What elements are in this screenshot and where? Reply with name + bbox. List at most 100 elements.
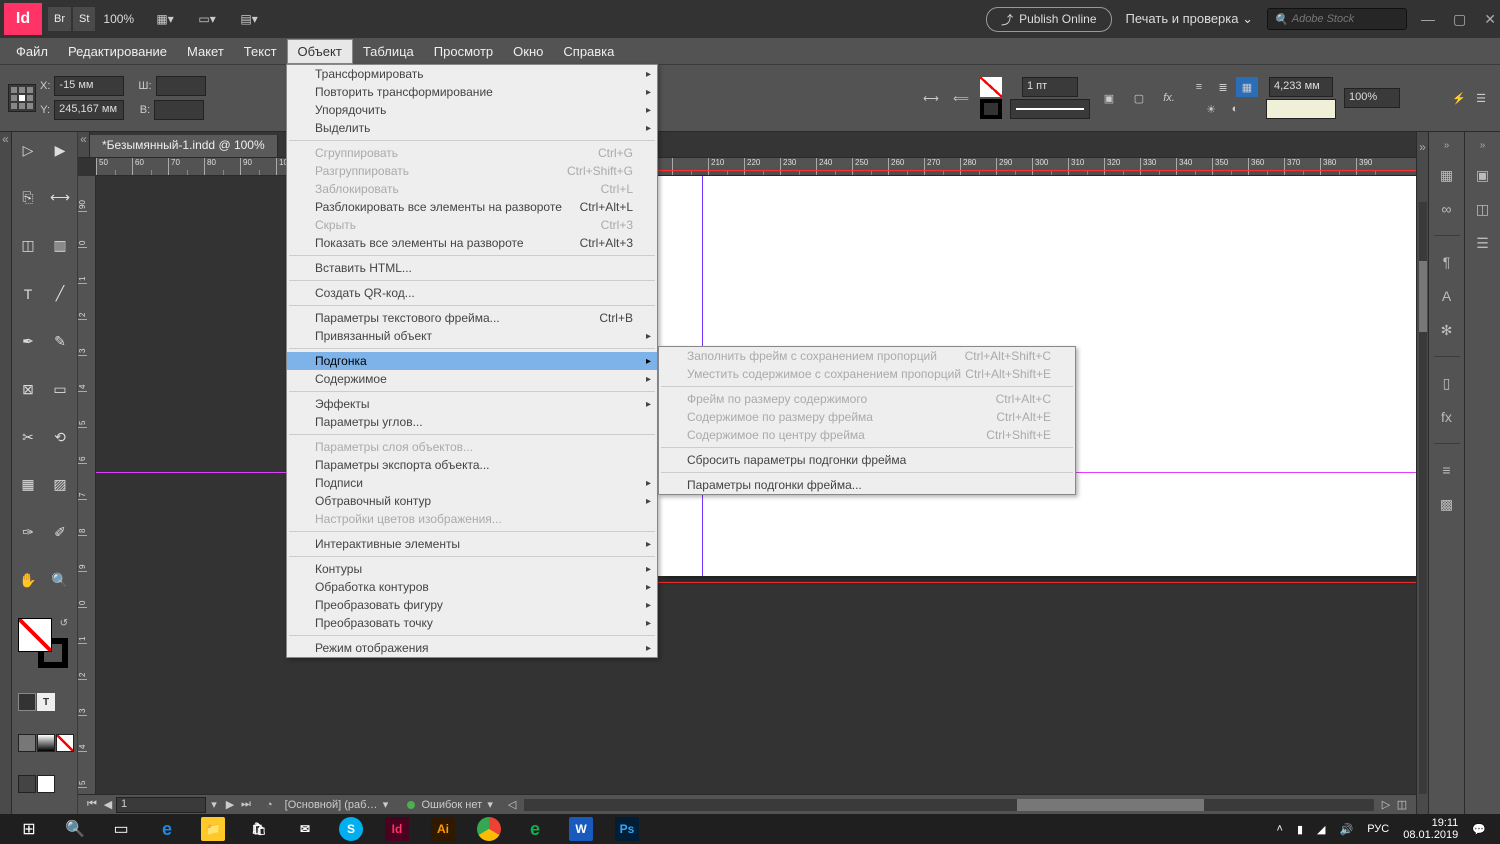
last-page-button[interactable]: ⏭	[238, 798, 254, 811]
trap-presets-icon[interactable]: ☰	[1473, 233, 1493, 253]
fill-stroke-proxy[interactable]: ↺	[18, 618, 68, 668]
right-collapse-1[interactable]: »	[1417, 140, 1428, 154]
gap-tool[interactable]: ⟷	[45, 184, 75, 212]
menu-type[interactable]: Текст	[234, 40, 287, 63]
cc-libraries-icon[interactable]: ▦	[1437, 165, 1457, 185]
menu-item[interactable]: Интерактивные элементы	[287, 535, 657, 553]
wrap-column-icon[interactable]: ◐	[1224, 99, 1246, 119]
right-collapse-3[interactable]: »	[1480, 140, 1486, 151]
apply-none-button[interactable]	[56, 734, 74, 752]
paragraph-icon[interactable]: ¶	[1437, 252, 1457, 272]
content-collector-tool[interactable]: ◫	[13, 232, 43, 260]
quick-apply-icon[interactable]: ⚡	[1448, 88, 1470, 108]
menu-window[interactable]: Окно	[503, 40, 553, 63]
menu-item[interactable]: Преобразовать фигуру	[287, 596, 657, 614]
tray-chevron-icon[interactable]: ˄	[1277, 823, 1283, 835]
menu-file[interactable]: Файл	[6, 40, 58, 63]
pages-panel-icon[interactable]: ▯	[1437, 373, 1457, 393]
search-icon[interactable]: 🔍	[52, 814, 98, 844]
object-styles-icon[interactable]: ✻	[1437, 320, 1457, 340]
wrap-shape-icon[interactable]: ▦	[1236, 77, 1258, 97]
horizontal-scrollbar[interactable]	[524, 799, 1374, 811]
effects-icon[interactable]: fx.	[1158, 88, 1180, 108]
stock-button[interactable]: St	[73, 7, 95, 31]
menu-item[interactable]: Повторить трансформирование	[287, 83, 657, 101]
menu-item[interactable]: Сбросить параметры подгонки фрейма	[659, 451, 1075, 469]
left-collapse-strip[interactable]: «	[0, 132, 12, 814]
menu-item[interactable]: Создать QR-код...	[287, 284, 657, 302]
menu-item[interactable]: Параметры подгонки фрейма...	[659, 476, 1075, 494]
type-tool[interactable]: T	[13, 280, 43, 308]
wrap-bounding-icon[interactable]: ≣	[1212, 77, 1234, 97]
character-styles-icon[interactable]: A	[1437, 286, 1457, 306]
illustrator-taskbar-icon[interactable]: Ai	[420, 814, 466, 844]
indesign-taskbar-icon[interactable]: Id	[374, 814, 420, 844]
menu-item[interactable]: Трансформировать	[287, 65, 657, 83]
wifi-icon[interactable]: ◢	[1317, 823, 1325, 836]
line-tool[interactable]: ╱	[45, 280, 75, 308]
flip-horizontal-icon[interactable]: ⟷	[920, 88, 942, 108]
volume-icon[interactable]: 🔊	[1340, 823, 1354, 836]
scrollbar-thumb[interactable]	[1017, 799, 1204, 811]
page-tool[interactable]: ⎘	[13, 184, 43, 212]
rect-frame-tool[interactable]: ⊠	[13, 375, 43, 403]
free-transform-tool[interactable]: ⟲	[45, 423, 75, 451]
gradient-tool[interactable]: ▦	[13, 471, 43, 499]
errors-dropdown-icon[interactable]: ▾	[482, 798, 498, 811]
language-indicator[interactable]: РУС	[1367, 823, 1389, 835]
vscroll-thumb[interactable]	[1419, 261, 1427, 332]
word-icon[interactable]: W	[558, 814, 604, 844]
normal-view-button[interactable]	[18, 775, 36, 793]
adobe-stock-search[interactable]: 🔍 Adobe Stock	[1267, 8, 1407, 30]
gap-field[interactable]: 4,233 мм	[1269, 77, 1333, 97]
eyedropper-tool[interactable]: ✐	[45, 519, 75, 547]
notifications-icon[interactable]: 💬	[1472, 823, 1486, 836]
menu-item[interactable]: Параметры экспорта объекта...	[287, 456, 657, 474]
swatches-icon[interactable]: ▩	[1437, 494, 1457, 514]
file-explorer-icon[interactable]: 📁	[190, 814, 236, 844]
menu-item[interactable]: Режим отображения	[287, 639, 657, 657]
publish-online-button[interactable]: ⤴ Publish Online	[986, 7, 1111, 32]
pencil-tool[interactable]: ✎	[45, 327, 75, 355]
auto-fit-icon[interactable]: ▢	[1128, 88, 1150, 108]
format-text-button[interactable]: T	[37, 693, 55, 711]
hand-tool[interactable]: ✋	[13, 567, 43, 595]
tab-collapse[interactable]: «	[78, 132, 90, 157]
split-layout-button[interactable]: ◫	[1394, 798, 1410, 811]
page-dropdown-icon[interactable]: ▾	[206, 798, 222, 811]
opacity-field[interactable]: 100%	[1344, 88, 1400, 108]
scroll-right-icon[interactable]: ▷	[1378, 798, 1394, 811]
stroke-swatch[interactable]	[980, 99, 1002, 119]
menu-item[interactable]: Подгонка	[287, 352, 657, 370]
panel-menu-icon[interactable]: ☰	[1470, 88, 1492, 108]
menu-item[interactable]: Обработка контуров	[287, 578, 657, 596]
reference-point-selector[interactable]	[8, 84, 36, 112]
menu-item[interactable]: Контуры	[287, 560, 657, 578]
vertical-scrollbar[interactable]	[1419, 202, 1427, 794]
color-swatch-field[interactable]	[1266, 99, 1336, 119]
zoom-tool[interactable]: 🔍	[45, 567, 75, 595]
menu-object[interactable]: Объект	[287, 39, 353, 64]
stroke-style-dropdown[interactable]	[1010, 99, 1090, 119]
document-tab[interactable]: *Безымянный-1.indd @ 100%	[90, 135, 278, 157]
prev-page-button[interactable]: ◀	[100, 798, 116, 811]
preflight-icon[interactable]: ▣	[1473, 165, 1493, 185]
menu-item[interactable]: Обтравочный контур	[287, 492, 657, 510]
selection-tool[interactable]: ▷	[13, 136, 43, 164]
skype-icon[interactable]: S	[328, 814, 374, 844]
menu-table[interactable]: Таблица	[353, 40, 424, 63]
battery-icon[interactable]: ▮	[1297, 823, 1303, 836]
menu-item[interactable]: Параметры текстового фрейма...Ctrl+B	[287, 309, 657, 327]
preview-view-button[interactable]	[37, 775, 55, 793]
right-collapse-2[interactable]: »	[1444, 140, 1450, 151]
photoshop-icon[interactable]: Ps	[604, 814, 650, 844]
swap-icon[interactable]: ↺	[60, 618, 68, 629]
gradient-feather-tool[interactable]: ▨	[45, 471, 75, 499]
direct-selection-tool[interactable]: ▶	[45, 136, 75, 164]
close-button[interactable]: ✕	[1484, 11, 1496, 28]
width-field[interactable]	[156, 76, 206, 96]
vertical-scrollbar-area[interactable]: »	[1416, 132, 1428, 814]
task-view-icon[interactable]: ▭	[98, 814, 144, 844]
system-clock[interactable]: 19:11 08.01.2019	[1403, 817, 1458, 841]
first-page-button[interactable]: ⏮	[84, 798, 100, 811]
